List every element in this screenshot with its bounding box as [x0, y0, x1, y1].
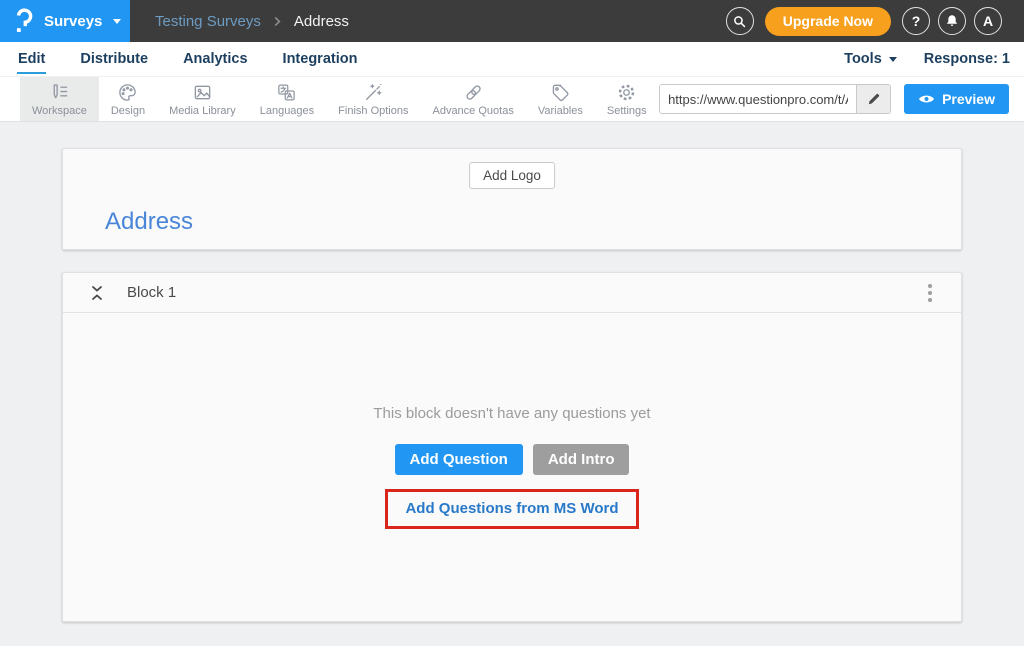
annotation-highlight-box: Add Questions from MS Word: [385, 489, 638, 529]
tab-analytics[interactable]: Analytics: [182, 44, 248, 74]
chevron-down-icon: [889, 57, 897, 62]
block-empty-state: This block doesn't have any questions ye…: [63, 313, 961, 621]
variables-icon: [550, 82, 571, 103]
section-nav: Edit Distribute Analytics Integration To…: [0, 42, 1024, 76]
toolbar-item-label: Finish Options: [338, 105, 408, 117]
toolbar-item-variables[interactable]: Variables: [526, 77, 595, 121]
finish-options-icon: [363, 82, 384, 103]
languages-icon: [276, 82, 297, 103]
tab-distribute[interactable]: Distribute: [79, 44, 149, 74]
workspace-icon: [49, 82, 70, 103]
avatar-initial: A: [983, 13, 993, 29]
toolbar-item-workspace[interactable]: Workspace: [20, 77, 99, 121]
response-count[interactable]: Response: 1: [924, 51, 1010, 67]
toolbar-item-languages[interactable]: Languages: [248, 77, 326, 121]
breadcrumb: Testing Surveys Address: [155, 13, 349, 30]
block-title[interactable]: Block 1: [127, 284, 176, 301]
product-switcher-label[interactable]: Surveys: [44, 13, 102, 30]
empty-block-message: This block doesn't have any questions ye…: [373, 405, 650, 422]
block-menu-button[interactable]: [923, 281, 937, 305]
help-question-glyph: ?: [912, 13, 921, 29]
avatar[interactable]: A: [974, 7, 1002, 35]
chevron-down-icon: [113, 19, 121, 24]
eye-icon: [918, 93, 935, 105]
tools-label: Tools: [844, 51, 882, 67]
toolbar-item-media-library[interactable]: Media Library: [157, 77, 248, 121]
toolbar-item-label: Settings: [607, 105, 647, 117]
toolbar-item-label: Languages: [260, 105, 314, 117]
help-button[interactable]: ?: [902, 7, 930, 35]
breadcrumb-parent[interactable]: Testing Surveys: [155, 13, 261, 30]
toolbar-item-design[interactable]: Design: [99, 77, 157, 121]
tools-dropdown[interactable]: Tools: [844, 51, 897, 67]
search-icon: [732, 14, 747, 29]
bell-icon: [944, 13, 960, 29]
edit-url-button[interactable]: [856, 85, 890, 113]
preview-button[interactable]: Preview: [904, 84, 1009, 114]
tab-integration[interactable]: Integration: [282, 44, 359, 74]
breadcrumb-separator-icon: [274, 16, 281, 27]
survey-url-input[interactable]: [660, 85, 856, 113]
tab-edit[interactable]: Edit: [17, 44, 46, 74]
add-question-button[interactable]: Add Question: [395, 444, 523, 475]
add-questions-from-ms-word-link[interactable]: Add Questions from MS Word: [405, 500, 618, 517]
app-logo-menu[interactable]: Surveys: [0, 0, 130, 42]
add-logo-button[interactable]: Add Logo: [469, 162, 555, 189]
toolbar-item-settings[interactable]: Settings: [595, 77, 659, 121]
search-button[interactable]: [726, 7, 754, 35]
upgrade-now-button[interactable]: Upgrade Now: [765, 7, 891, 36]
toolbar-item-label: Variables: [538, 105, 583, 117]
topbar: Surveys Testing Surveys Address Upgrade …: [0, 0, 1024, 42]
toolbar-item-finish-options[interactable]: Finish Options: [326, 77, 420, 121]
preview-label: Preview: [942, 91, 995, 107]
editor-toolbar: Workspace Design Media Library Languages: [0, 76, 1024, 122]
kebab-icon: [928, 291, 932, 295]
media-library-icon: [192, 82, 213, 103]
toolbar-item-label: Media Library: [169, 105, 236, 117]
settings-icon: [616, 82, 637, 103]
toolbar-item-advance-quotas[interactable]: Advance Quotas: [420, 77, 525, 121]
survey-editor-content: Add Logo Address Block 1 This block does…: [0, 122, 1024, 622]
notifications-button[interactable]: [938, 7, 966, 35]
block-action-buttons: Add Question Add Intro: [395, 444, 630, 475]
design-icon: [117, 82, 138, 103]
kebab-icon: [928, 284, 932, 288]
topbar-actions: Upgrade Now ? A: [726, 7, 1024, 36]
collapse-block-button[interactable]: [90, 284, 104, 302]
toolbar-item-label: Advance Quotas: [432, 105, 513, 117]
block-card: Block 1 This block doesn't have any ques…: [62, 272, 962, 622]
survey-header-card: Add Logo Address: [62, 148, 962, 250]
survey-title[interactable]: Address: [105, 208, 193, 236]
breadcrumb-current: Address: [294, 13, 349, 30]
section-nav-right: Tools Response: 1: [844, 51, 1010, 67]
advance-quotas-icon: [463, 82, 484, 103]
pencil-icon: [867, 92, 881, 106]
toolbar-item-label: Workspace: [32, 105, 87, 117]
block-header: Block 1: [63, 273, 961, 313]
collapse-icon: [90, 284, 104, 302]
survey-url-group: [659, 84, 891, 114]
questionpro-logo-icon: [13, 7, 35, 35]
add-intro-button[interactable]: Add Intro: [533, 444, 630, 475]
toolbar-item-label: Design: [111, 105, 145, 117]
kebab-icon: [928, 298, 932, 302]
